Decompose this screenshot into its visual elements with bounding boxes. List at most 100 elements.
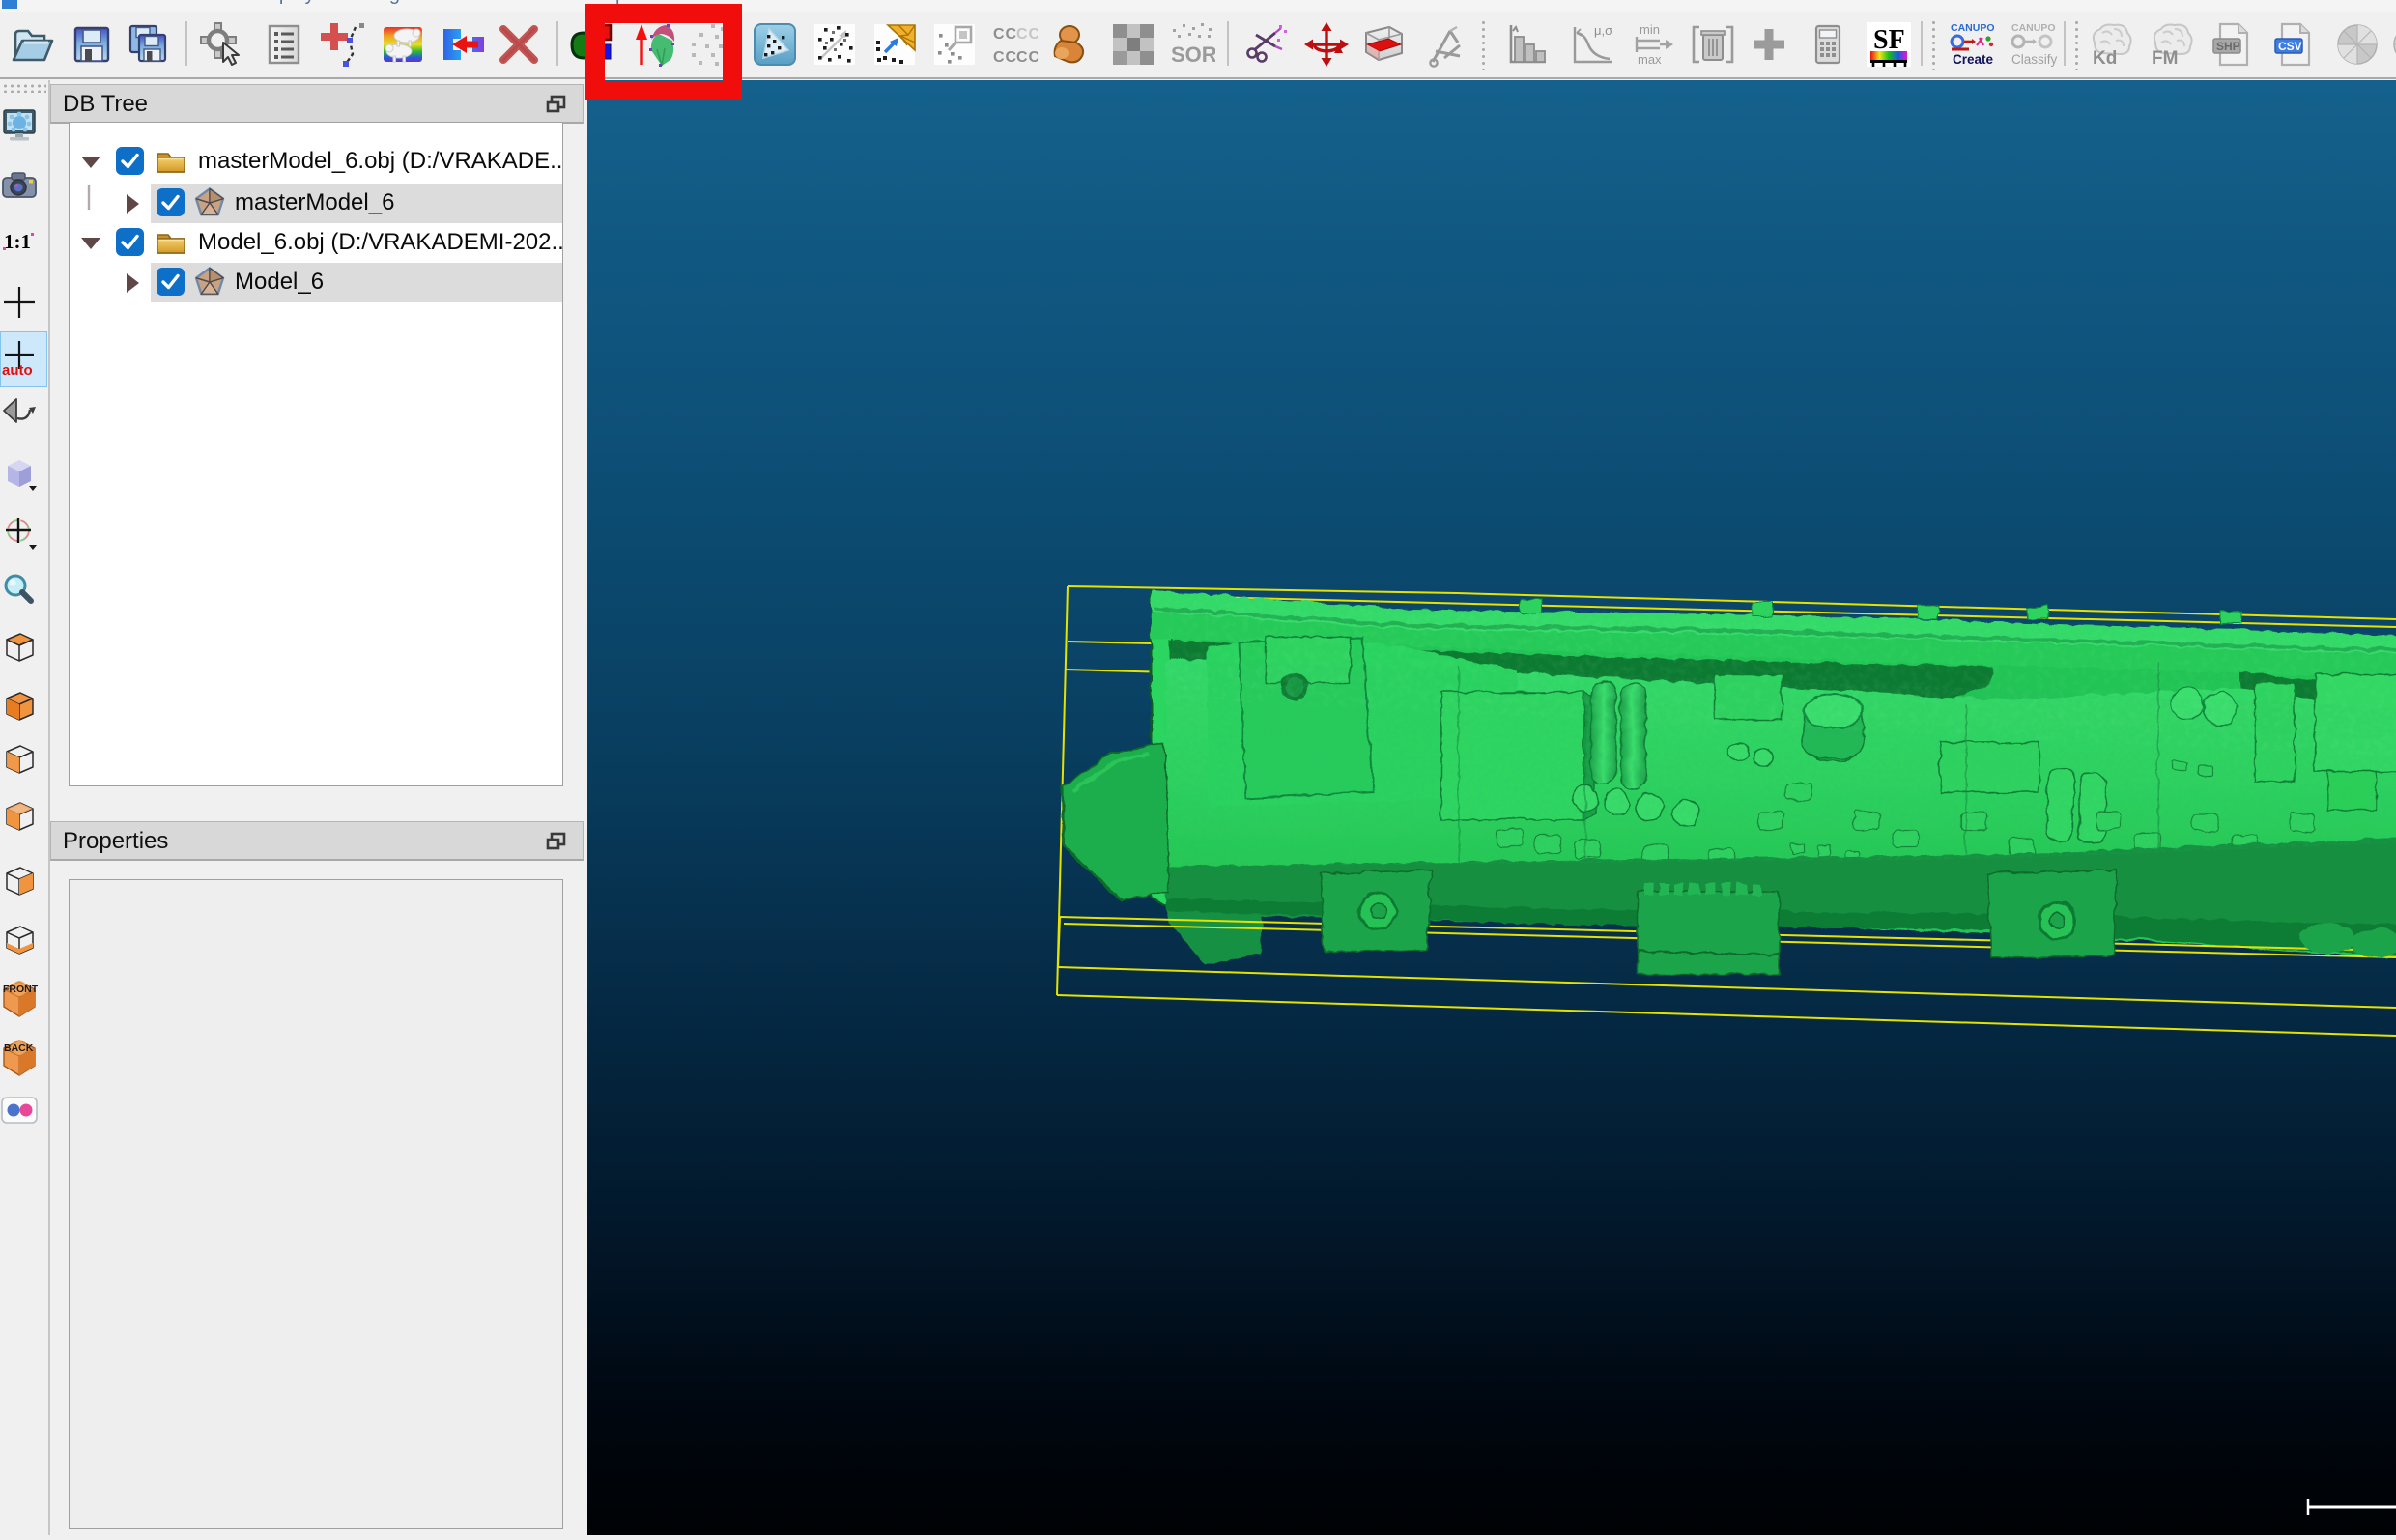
shp-export-icon[interactable]: SHP [2209,21,2255,68]
iso-back-icon[interactable]: BACK [1,1037,38,1081]
sor-filter-icon[interactable]: SOR [1169,21,1215,68]
view-left-icon[interactable] [1,741,38,778]
view-right-icon[interactable] [1,863,38,899]
expander-expanded-icon[interactable] [78,150,103,175]
svg-text:max: max [1638,52,1662,67]
toolbar-drag-handle[interactable] [2073,19,2080,70]
visibility-checkbox[interactable] [116,228,144,256]
tree-row-mastermodel-obj[interactable]: masterModel_6.obj (D:/VRAKADE... [71,142,562,182]
facets-icon[interactable]: FM [2146,21,2198,68]
tree-item-label[interactable]: Model_6.obj (D:/VRAKADEMI-202... [198,229,562,256]
menu-display[interactable]: Display [251,0,315,6]
flip-view-icon[interactable] [1,392,38,429]
svg-text:FM: FM [2152,48,2178,68]
visibility-checkbox[interactable] [157,188,185,216]
svg-text:CC: CC [1016,49,1038,66]
fullscreen-icon[interactable] [1,107,38,144]
tree-row-mastermodel-mesh[interactable]: masterModel_6 [71,184,562,223]
tree-item-label[interactable]: masterModel_6 [235,189,394,216]
toolbar-drag-handle[interactable] [1930,19,1937,70]
float-window-icon[interactable] [546,831,567,852]
toolbar-drag-handle[interactable] [1480,19,1487,70]
extract-sections-icon[interactable] [931,21,978,68]
rasterize-icon[interactable] [871,21,918,68]
properties-title: Properties [63,828,168,855]
expander-collapsed-icon[interactable] [119,271,144,296]
view-bottom-icon[interactable] [1,922,38,958]
auto-pivot-icon[interactable]: auto [1,340,38,377]
iso-front-icon[interactable]: FRONT [1,978,38,1022]
gaussian-filter-icon[interactable]: μ,σ [1569,21,1615,68]
properties-header[interactable]: Properties [50,821,584,861]
mesh-sampling-icon[interactable] [752,21,798,68]
expander-collapsed-icon[interactable] [119,191,144,216]
clipping-box-icon[interactable] [1360,21,1407,68]
segment-scissors-icon[interactable] [1242,21,1289,68]
zoom-center-icon[interactable] [1,572,38,609]
svg-text:μ,σ: μ,σ [1594,23,1612,38]
point-picking-icon[interactable] [321,21,367,68]
viewport-3d[interactable] [587,80,2396,1535]
set-pivot-icon[interactable] [1,284,38,321]
svg-text:CC: CC [993,26,1017,43]
cross-section-icon[interactable] [1423,21,1469,68]
mesh-icon [193,186,226,219]
properties-list-icon[interactable] [261,21,307,68]
folder-icon [155,145,187,178]
delete-icon[interactable] [496,21,542,68]
menu-3d-views[interactable]: 3D Views [464,0,545,6]
svg-text:Classify: Classify [2011,52,2058,67]
visibility-checkbox[interactable] [157,268,185,296]
save-icon[interactable] [69,21,115,68]
merge-icon[interactable] [440,21,486,68]
toolbar-separator [185,21,187,66]
db-tree-header[interactable]: DB Tree [50,84,584,124]
show-scalar-field-icon[interactable]: SF [1866,21,1912,68]
translate-rotate-icon[interactable] [1303,21,1350,68]
clone-icon[interactable] [380,21,426,68]
subsample-icon[interactable] [812,21,858,68]
stereo-mode-icon[interactable] [1,1091,38,1127]
visibility-checkbox[interactable] [116,147,144,175]
tree-row-model-obj[interactable]: Model_6.obj (D:/VRAKADEMI-202... [71,223,562,263]
zoom-1-1-icon[interactable]: 1:1 [1,223,38,260]
perspective-cube-icon[interactable] [1,455,38,492]
rotation-center-icon[interactable] [1,514,38,551]
svg-text:Create: Create [1953,52,1994,67]
db-tree: masterModel_6.obj (D:/VRAKADE... masterM… [69,122,563,786]
csv-export-icon[interactable]: CSV [2270,21,2317,68]
canupo-classify-icon[interactable]: CANUPO Classify [2009,21,2059,68]
open-icon[interactable] [10,21,56,68]
svg-text:min: min [1640,22,1660,37]
sf-arithmetic-icon[interactable] [1805,21,1851,68]
histogram-icon[interactable] [1503,21,1550,68]
global-shift-icon[interactable] [199,21,245,68]
folder-icon [155,226,187,259]
filter-by-value-icon[interactable]: min max [1631,21,1677,68]
cloud-cloud-dist-icon[interactable]: CC CC CC CC [991,21,1038,68]
pcv-sphere-icon[interactable] [2334,21,2381,68]
mesh-icon [193,266,226,299]
view-front-icon[interactable] [1,688,38,725]
add-scalar-field-icon[interactable] [1746,21,1792,68]
float-window-icon[interactable] [546,94,567,115]
view-top-icon[interactable] [1,629,38,666]
closest-point-set-icon[interactable] [1110,21,1156,68]
toolbar-separator [1921,21,1923,66]
save-all-icon[interactable] [126,21,172,68]
tree-item-label[interactable]: Model_6 [235,269,324,296]
toolbar-drag-handle[interactable] [2,83,46,93]
menu-edit[interactable]: Edit [88,0,121,6]
delete-scalar-field-icon[interactable] [1690,21,1736,68]
kd-tree-icon[interactable]: Kd [2085,21,2137,68]
menu-plugins[interactable]: Plugins [361,0,425,6]
tree-item-label[interactable]: masterModel_6.obj (D:/VRAKADE... [198,148,562,175]
expander-expanded-icon[interactable] [78,231,103,256]
menu-tools[interactable]: Tools [172,0,217,6]
view-back-icon[interactable] [1,798,38,835]
cloud-mesh-dist-icon[interactable] [1049,21,1096,68]
tree-row-model-mesh[interactable]: Model_6 [71,263,562,302]
screenshot-camera-icon[interactable] [1,167,38,204]
menu-file[interactable]: File [29,0,60,6]
canupo-create-icon[interactable]: CANUPO Create [1948,21,1998,68]
